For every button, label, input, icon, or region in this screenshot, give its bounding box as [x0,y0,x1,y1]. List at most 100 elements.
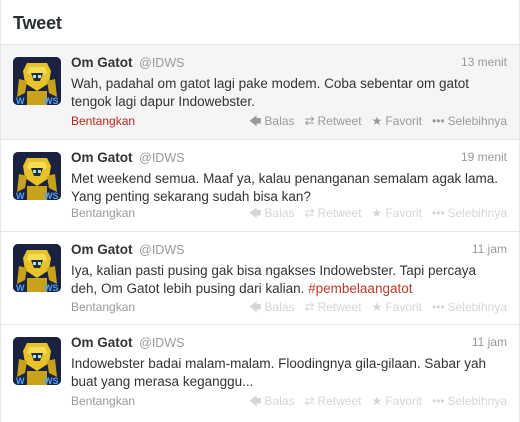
tweet-text-body: Met weekend semua. Maaf ya, kalau penang… [71,171,498,204]
favorite-label: Favorit [385,300,422,314]
tweet-item[interactable]: W WS Om Gatot @IDWS 13 menit Wah, padaha… [1,45,519,140]
svg-text:WS: WS [44,191,59,200]
favorite-button[interactable]: ★ Favorit [372,394,422,408]
more-label: Selebihnya [447,394,507,408]
timeline-title: Tweet [13,13,62,33]
avatar[interactable]: W WS [13,337,61,385]
retweet-label: Retweet [317,206,362,220]
tweet-text: Met weekend semua. Maaf ya, kalau penang… [71,170,501,206]
avatar[interactable]: W WS [13,244,61,292]
favorite-label: Favorit [385,394,422,408]
favorite-button[interactable]: ★ Favorit [372,300,422,314]
svg-text:W: W [16,96,25,105]
ellipsis-icon: ••• [432,114,445,128]
tweet-timestamp[interactable]: 11 jam [472,335,507,349]
tweet-header: Om Gatot @IDWS 11 jam [71,242,507,262]
reply-arrow-icon: 🡄 [249,114,262,128]
favorite-label: Favorit [385,206,422,220]
star-icon: ★ [371,394,383,408]
more-label: Selebihnya [447,206,507,220]
tweet-username[interactable]: @IDWS [139,243,184,257]
tweet-footer: Bentangkan 🡄 Balas ⇄ Retweet ★ Favorit ••• S… [71,300,507,318]
tweet-item[interactable]: W WS Om Gatot @IDWS 11 jam Iya, kalian p… [1,232,519,325]
retweet-icon: ⇄ [304,300,315,314]
reply-arrow-icon: 🡄 [249,300,262,314]
reply-label: Balas [264,300,295,314]
more-label: Selebihnya [447,300,507,314]
more-button[interactable]: ••• Selebihnya [432,206,507,220]
svg-text:WS: WS [44,376,59,385]
retweet-button[interactable]: ⇄ Retweet [304,206,361,220]
retweet-label: Retweet [317,394,362,408]
expand-link[interactable]: Bentangkan [71,206,135,220]
favorite-label: Favorit [385,114,422,128]
favorite-button[interactable]: ★ Favorit [372,206,422,220]
reply-button[interactable]: 🡄 Balas [249,114,294,128]
tweet-actions: 🡄 Balas ⇄ Retweet ★ Favorit ••• Selebihnya [249,300,507,314]
tweet-timestamp[interactable]: 19 menit [461,150,507,164]
tweet-actions: 🡄 Balas ⇄ Retweet ★ Favorit ••• Selebihnya [249,206,507,220]
retweet-label: Retweet [317,114,362,128]
expand-link[interactable]: Bentangkan [71,300,135,314]
tweet-actions: 🡄 Balas ⇄ Retweet ★ Favorit ••• Selebihnya [249,394,507,408]
reply-button[interactable]: 🡄 Balas [249,206,294,220]
retweet-label: Retweet [317,300,362,314]
tweet-header: Om Gatot @IDWS 11 jam [71,335,507,355]
ellipsis-icon: ••• [432,206,445,220]
ellipsis-icon: ••• [432,394,445,408]
star-icon: ★ [371,206,383,220]
tweet-footer: Bentangkan 🡄 Balas ⇄ Retweet ★ Favorit ••• S… [71,206,507,224]
svg-text:W: W [16,376,25,385]
tweet-fullname[interactable]: Om Gatot [71,335,133,350]
favorite-button[interactable]: ★ Favorit [372,114,422,128]
tweet-username[interactable]: @IDWS [139,151,184,165]
svg-text:WS: WS [44,283,59,292]
svg-text:WS: WS [44,96,59,105]
reply-button[interactable]: 🡄 Balas [249,300,294,314]
retweet-icon: ⇄ [304,114,315,128]
reply-label: Balas [264,206,295,220]
reply-arrow-icon: 🡄 [249,206,262,220]
hashtag-link[interactable]: #pembelaangatot [308,281,412,296]
tweet-text-body: Iya, kalian pasti pusing gak bisa ngakse… [71,263,476,296]
tweet-timestamp[interactable]: 13 menit [461,55,507,69]
retweet-button[interactable]: ⇄ Retweet [304,300,361,314]
tweet-fullname[interactable]: Om Gatot [71,242,133,257]
expand-link[interactable]: Bentangkan [71,114,135,128]
tweet-fullname[interactable]: Om Gatot [71,55,133,70]
tweet-item[interactable]: W WS Om Gatot @IDWS 11 jam Indowebster b… [1,325,519,421]
tweet-header: Om Gatot @IDWS 13 menit [71,55,507,75]
tweet-username[interactable]: @IDWS [139,336,184,350]
tweet-timeline: Tweet W WS Om Gatot @IDWS 13 menit Wah, … [0,0,520,422]
avatar[interactable]: W WS [13,57,61,105]
tweet-text: Wah, padahal om gatot lagi pake modem. C… [71,75,501,111]
retweet-icon: ⇄ [304,394,315,408]
tweet-actions: 🡄 Balas ⇄ Retweet ★ Favorit ••• Selebihnya [249,114,507,128]
svg-text:W: W [16,283,25,292]
retweet-button[interactable]: ⇄ Retweet [304,394,361,408]
tweet-timestamp[interactable]: 11 jam [472,242,507,256]
retweet-icon: ⇄ [304,206,315,220]
tweet-text-body: Wah, padahal om gatot lagi pake modem. C… [71,76,469,109]
more-button[interactable]: ••• Selebihnya [432,300,507,314]
svg-text:W: W [16,191,25,200]
tweet-fullname[interactable]: Om Gatot [71,150,133,165]
timeline-header: Tweet [1,0,519,45]
more-button[interactable]: ••• Selebihnya [432,114,507,128]
reply-arrow-icon: 🡄 [249,394,262,408]
avatar[interactable]: W WS [13,152,61,200]
reply-label: Balas [264,394,295,408]
reply-button[interactable]: 🡄 Balas [249,394,294,408]
more-button[interactable]: ••• Selebihnya [432,394,507,408]
reply-label: Balas [264,114,295,128]
tweet-username[interactable]: @IDWS [139,56,184,70]
expand-link[interactable]: Bentangkan [71,394,135,408]
tweet-footer: Bentangkan 🡄 Balas ⇄ Retweet ★ Favorit ••• S… [71,394,507,412]
tweet-header: Om Gatot @IDWS 19 menit [71,150,507,170]
tweet-text-body: Indowebster badai malam-malam. Floodingn… [71,356,486,389]
more-label: Selebihnya [447,114,507,128]
tweet-item[interactable]: W WS Om Gatot @IDWS 19 menit Met weekend… [1,140,519,232]
retweet-button[interactable]: ⇄ Retweet [304,114,361,128]
star-icon: ★ [371,114,383,128]
tweet-text: Iya, kalian pasti pusing gak bisa ngakse… [71,262,501,298]
